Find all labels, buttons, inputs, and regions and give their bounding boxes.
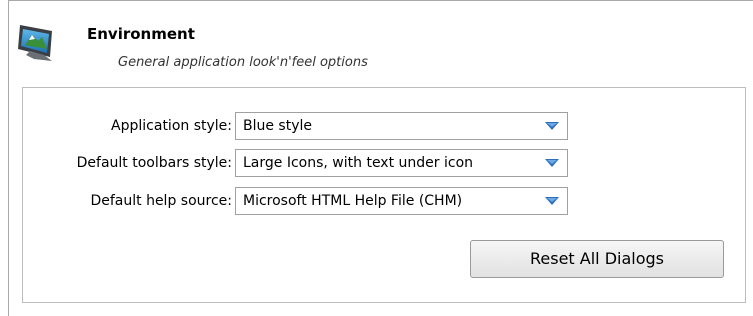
chevron-down-icon[interactable] [541, 192, 563, 210]
toolbars-style-label: Default toolbars style: [76, 155, 232, 171]
toolbars-style-dropdown[interactable]: Large Icons, with text under icon [235, 149, 568, 177]
monitor-icon [16, 21, 64, 65]
page-subtitle: General application look'n'feel options [118, 55, 368, 70]
application-style-dropdown[interactable]: Blue style [235, 112, 568, 140]
chevron-down-icon[interactable] [541, 154, 563, 172]
toolbars-style-value: Large Icons, with text under icon [243, 155, 474, 171]
chevron-down-icon[interactable] [541, 117, 563, 135]
help-source-value: Microsoft HTML Help File (CHM) [243, 193, 463, 209]
reset-all-dialogs-button[interactable]: Reset All Dialogs [470, 240, 724, 278]
application-style-value: Blue style [243, 118, 313, 134]
help-source-label: Default help source: [90, 193, 232, 209]
application-style-label: Application style: [111, 118, 232, 134]
help-source-dropdown[interactable]: Microsoft HTML Help File (CHM) [235, 187, 568, 215]
page-title: Environment [87, 25, 195, 43]
